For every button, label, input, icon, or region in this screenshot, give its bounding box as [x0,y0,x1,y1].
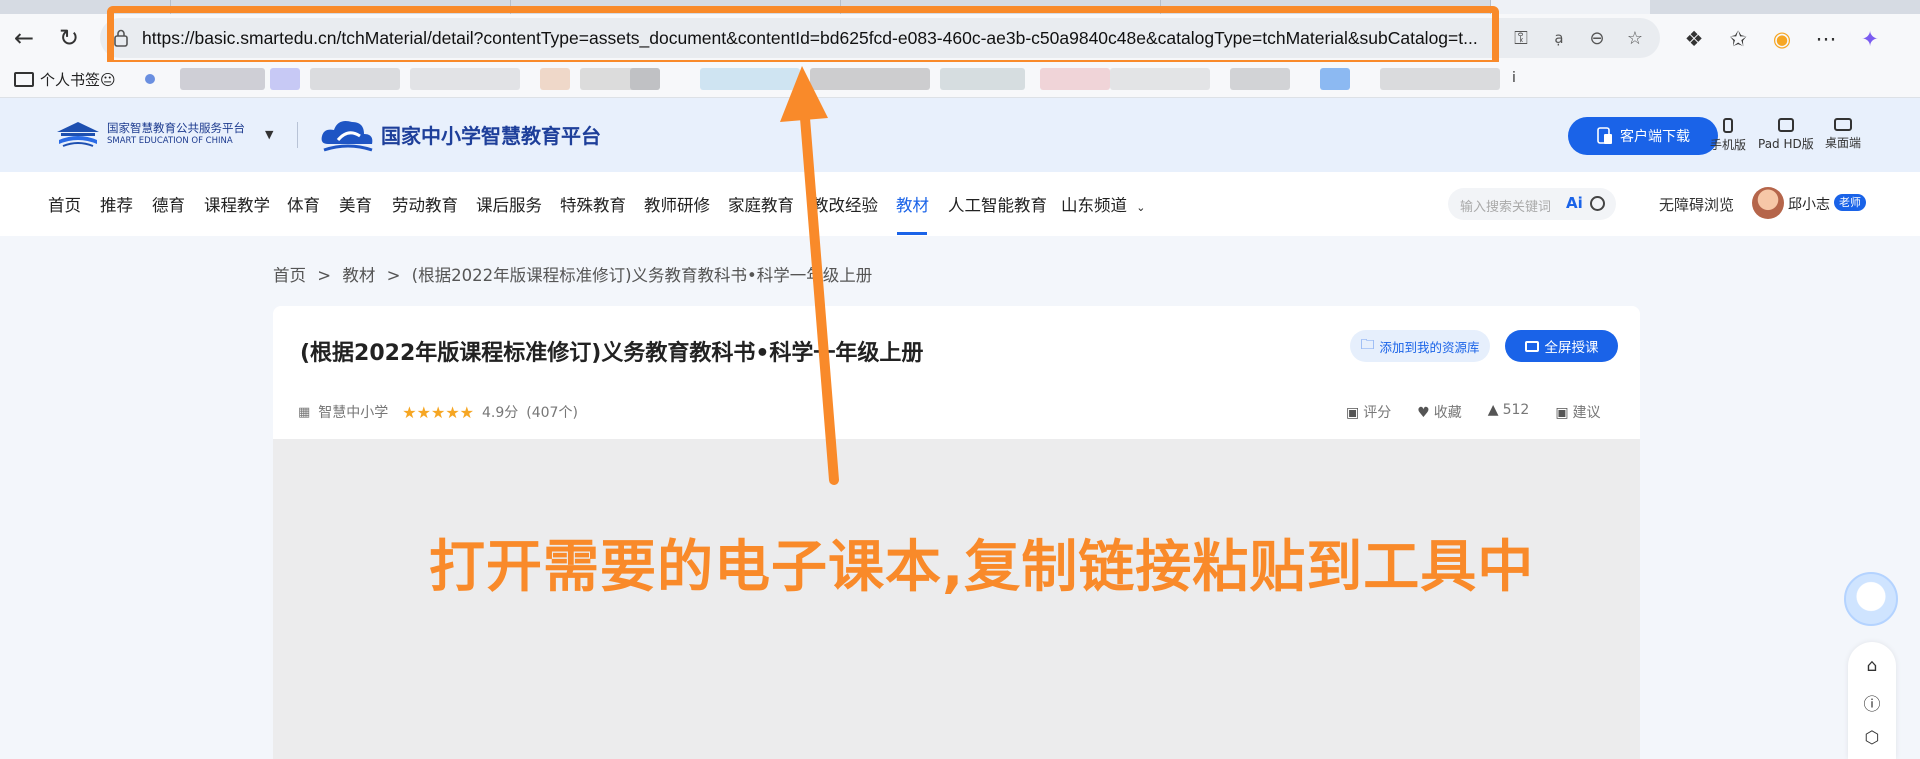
annotation-caption: 打开需要的电子课本,复制链接粘贴到工具中 [429,535,1535,600]
annotation-arrow [780,66,839,485]
